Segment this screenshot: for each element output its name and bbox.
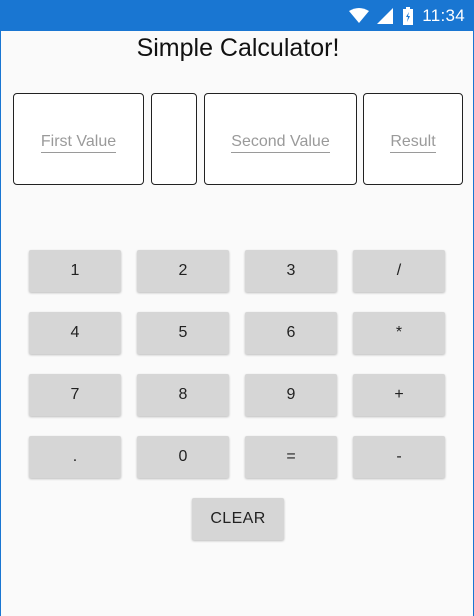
multiply-button[interactable]: *: [353, 312, 445, 354]
operator-box[interactable]: [151, 93, 197, 185]
key-3-button[interactable]: 3: [245, 250, 337, 292]
divide-button[interactable]: /: [353, 250, 445, 292]
key-4-button[interactable]: 4: [29, 312, 121, 354]
second-value-field[interactable]: Second Value: [205, 132, 356, 153]
key-7-button[interactable]: 7: [29, 374, 121, 416]
result-input[interactable]: Result: [390, 132, 436, 153]
clear-button[interactable]: CLEAR: [192, 498, 284, 540]
key-1-button[interactable]: 1: [29, 250, 121, 292]
status-icons: 11:34: [349, 5, 465, 27]
first-value-field[interactable]: First Value: [14, 132, 143, 153]
equals-button[interactable]: =: [245, 436, 337, 478]
subtract-button[interactable]: -: [353, 436, 445, 478]
wifi-icon: [349, 8, 370, 23]
decimal-button[interactable]: .: [29, 436, 121, 478]
key-9-button[interactable]: 9: [245, 374, 337, 416]
second-value-input[interactable]: Second Value: [231, 132, 330, 153]
battery-icon: [403, 7, 414, 25]
operator-field: [152, 132, 196, 150]
key-5-button[interactable]: 5: [137, 312, 229, 354]
key-6-button[interactable]: 6: [245, 312, 337, 354]
result-box[interactable]: Result: [363, 93, 463, 185]
status-bar: 11:34: [1, 0, 474, 31]
app-window: 11:34 Simple Calculator! First Value Sec…: [0, 0, 474, 616]
second-value-box[interactable]: Second Value: [204, 93, 357, 185]
first-value-box[interactable]: First Value: [13, 93, 144, 185]
page-title: Simple Calculator!: [136, 34, 340, 62]
cell-signal-icon: [377, 8, 394, 24]
key-0-button[interactable]: 0: [137, 436, 229, 478]
key-8-button[interactable]: 8: [137, 374, 229, 416]
status-time: 11:34: [422, 6, 465, 25]
key-2-button[interactable]: 2: [137, 250, 229, 292]
add-button[interactable]: +: [353, 374, 445, 416]
result-field[interactable]: Result: [364, 132, 462, 153]
first-value-input[interactable]: First Value: [40, 132, 117, 153]
